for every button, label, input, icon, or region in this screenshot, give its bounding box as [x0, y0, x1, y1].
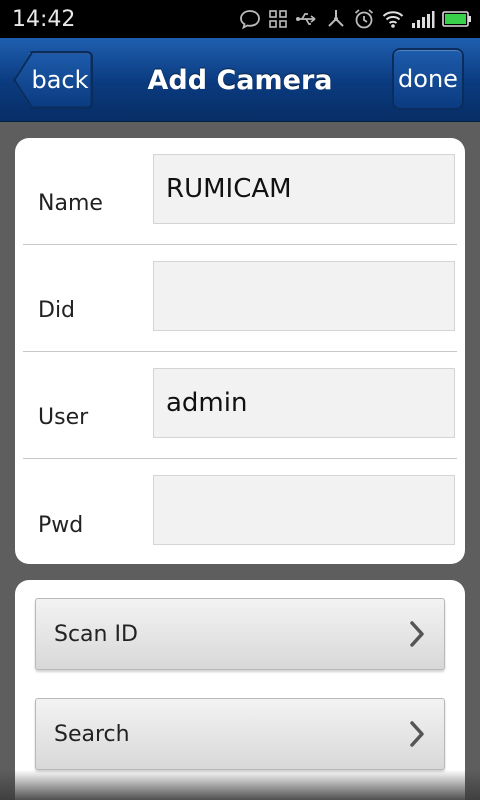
- search-button[interactable]: Search: [35, 698, 445, 770]
- pwd-label: Pwd: [38, 513, 84, 538]
- status-time: 14:42: [12, 6, 76, 32]
- status-bar: 14:42: [0, 0, 480, 38]
- done-button[interactable]: done: [392, 48, 464, 110]
- search-label: Search: [54, 721, 130, 747]
- usb-icon: [296, 13, 316, 25]
- battery-icon: [442, 11, 471, 27]
- signal-icon: [412, 11, 435, 28]
- status-icons: [239, 8, 472, 30]
- chat-icon: [240, 10, 260, 30]
- name-label: Name: [38, 191, 103, 216]
- name-input[interactable]: [153, 154, 455, 224]
- grid-icon: [269, 10, 287, 28]
- user-label: User: [38, 405, 89, 430]
- chevron-right-icon: [410, 721, 424, 747]
- chevron-right-icon: [410, 621, 424, 647]
- alarm-icon: [354, 9, 374, 29]
- form-row-pwd: Pwd: [23, 459, 457, 566]
- scan-id-label: Scan ID: [54, 621, 138, 647]
- actions-card: Scan ID Search: [15, 580, 465, 800]
- user-input[interactable]: [153, 368, 455, 438]
- camera-form: Name Did User Pwd: [15, 138, 465, 564]
- scan-id-button[interactable]: Scan ID: [35, 598, 445, 670]
- bottom-fade: [0, 770, 480, 800]
- content-area: Name Did User Pwd Scan ID Search: [0, 122, 480, 800]
- form-row-did: Did: [23, 245, 457, 352]
- form-row-user: User: [23, 352, 457, 459]
- network-icon: [328, 10, 344, 27]
- form-row-name: Name: [23, 138, 457, 245]
- did-label: Did: [38, 298, 76, 323]
- pwd-input[interactable]: [153, 475, 455, 545]
- back-button-outline: [13, 51, 93, 109]
- wifi-icon: [382, 11, 404, 28]
- did-input[interactable]: [153, 261, 455, 331]
- nav-bar: Add Camera back done: [0, 38, 480, 122]
